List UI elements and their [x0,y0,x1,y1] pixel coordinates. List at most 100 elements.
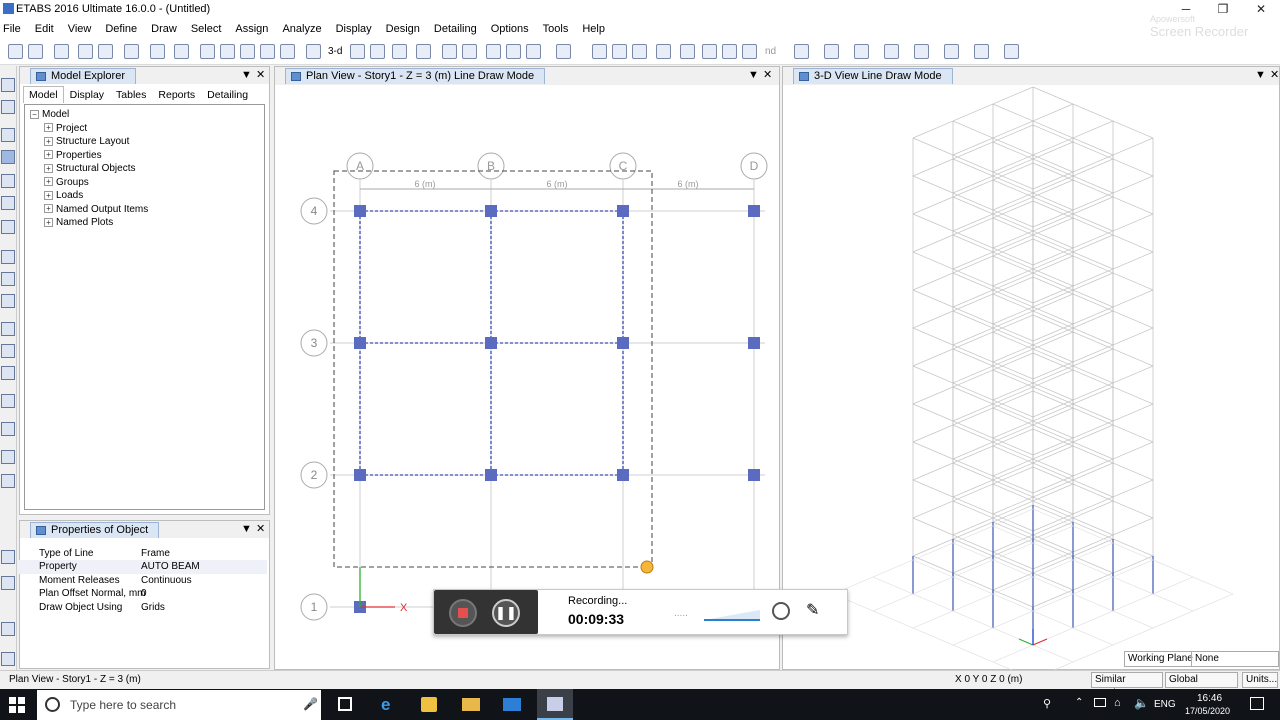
tree-item-named-plots[interactable]: + Named Plots [30,216,264,230]
tree-item-properties[interactable]: + Properties [30,149,264,163]
quick-draw-wall-icon[interactable] [1,344,15,358]
truss-icon[interactable] [612,44,627,59]
taskbar-search-box[interactable]: Type here to search 🎤 [37,690,321,720]
menu-display[interactable]: Display [329,19,379,40]
window-dropdown-icon[interactable]: ▼ [748,68,759,83]
plan-canvas[interactable]: A B C D 4 3 2 1 6 (m) 6 (m) 6 (m) X [275,85,781,670]
zoom-previous-icon[interactable] [240,44,255,59]
prop-row[interactable]: Property AUTO BEAM [17,560,267,574]
language-indicator[interactable]: ENG [1154,699,1176,710]
mail-icon[interactable] [503,698,521,711]
tab-model[interactable]: Model [23,86,64,103]
microphone-icon[interactable]: 🎤 [303,697,318,711]
menu-analyze[interactable]: Analyze [275,19,328,40]
undo-icon[interactable] [78,44,93,59]
pause-button[interactable]: ❚❚ [492,599,520,627]
edge-icon[interactable]: e [381,695,390,715]
object-shrink-icon[interactable] [486,44,501,59]
load-icon[interactable] [742,44,757,59]
tree-item-structural-objects[interactable]: + Structural Objects [30,162,264,176]
3d-view-window[interactable]: 3-D View Line Draw Mode ▼ ✕ Working Plan… [782,66,1280,670]
panel-close-icon[interactable]: ✕ [256,522,265,537]
store-icon[interactable] [421,697,437,712]
volume-icon[interactable]: 🔈 [1134,696,1149,710]
spring-icon[interactable] [722,44,737,59]
perspective-icon[interactable] [416,44,431,59]
tree-root[interactable]: − Model [30,108,264,122]
file-explorer-icon[interactable] [462,698,480,711]
draw-dimension-icon[interactable] [1,394,15,408]
menu-assign[interactable]: Assign [228,19,275,40]
move-down-icon[interactable] [462,44,477,59]
move-up-icon[interactable] [442,44,457,59]
menu-view[interactable]: View [61,19,99,40]
pointer-icon[interactable] [1,78,15,92]
tab-reports[interactable]: Reports [152,86,201,103]
3d-canvas[interactable] [783,85,1279,670]
menu-design[interactable]: Design [379,19,427,40]
similar-stories-select[interactable]: Similar Stories [1091,672,1163,699]
draw-tool-icon[interactable] [974,44,989,59]
tree-item-structure-layout[interactable]: + Structure Layout [30,135,264,149]
panel-dropdown-icon[interactable]: ▼ [241,522,252,537]
units-button[interactable]: Units... [1242,672,1278,688]
support-icon[interactable] [702,44,717,59]
notification-icon[interactable] [1250,697,1264,710]
menu-select[interactable]: Select [184,19,229,40]
frame-section-icon[interactable] [592,44,607,59]
working-plane-box[interactable]: Working Plane None [1124,651,1279,667]
redo-icon[interactable] [98,44,113,59]
draw-wall-icon[interactable] [1,322,15,336]
snap-lines-icon[interactable] [1,622,15,636]
tree-item-loads[interactable]: + Loads [30,189,264,203]
draw-link-icon[interactable] [1,474,15,488]
tab-tables[interactable]: Tables [110,86,152,103]
battery-icon[interactable] [1094,698,1106,707]
draw-grid-icon[interactable] [1,422,15,436]
tree-item-groups[interactable]: + Groups [30,176,264,190]
tab-display[interactable]: Display [64,86,110,103]
quick-draw-floor-icon[interactable] [1,294,15,308]
window-close-icon[interactable]: ✕ [1270,68,1279,83]
link-icon[interactable] [944,44,959,59]
panel-close-icon[interactable]: ✕ [256,68,265,83]
stop-button[interactable] [449,599,477,627]
brace-icon[interactable] [680,44,695,59]
pan-icon[interactable] [306,44,321,59]
panel-dropdown-icon[interactable]: ▼ [241,68,252,83]
menu-file[interactable]: File [0,19,28,40]
model-explorer-tab[interactable]: Model Explorer [30,68,136,84]
network-icon[interactable]: ⌂ [1114,697,1121,709]
lock-icon[interactable] [150,44,165,59]
etabs-taskbar-button[interactable] [537,689,573,720]
draw-girder-icon[interactable] [1,196,15,210]
open-icon[interactable] [28,44,43,59]
set-display-icon[interactable] [526,44,541,59]
layout-icon[interactable] [1004,44,1019,59]
elevation-view-icon[interactable] [370,44,385,59]
clock-date[interactable]: 17/05/2020 [1185,706,1230,716]
snap-intersections-icon[interactable] [1,652,15,666]
prop-row[interactable]: Type of Line Frame [17,547,267,560]
prop-row[interactable]: Moment Releases Continuous [17,574,267,587]
zoom-window-icon[interactable] [200,44,215,59]
extrude-icon[interactable] [556,44,571,59]
tree-item-named-output[interactable]: + Named Output Items [30,203,264,217]
floor-icon[interactable] [656,44,671,59]
task-view-icon[interactable] [338,697,352,711]
draw-opening-icon[interactable] [1,366,15,380]
menu-edit[interactable]: Edit [28,19,61,40]
column-section-icon[interactable] [824,44,839,59]
draw-floor-icon[interactable] [1,250,15,264]
annotate-pen-icon[interactable]: ✎ [806,600,819,620]
tab-detailing[interactable]: Detailing [201,86,254,103]
prop-row[interactable]: Draw Object Using Grids [17,601,267,614]
3d-view-tab[interactable]: 3-D View Line Draw Mode [793,68,953,84]
save-icon[interactable] [54,44,69,59]
menu-help[interactable]: Help [575,19,612,40]
draw-beam-icon[interactable] [1,150,15,164]
people-icon[interactable]: ⚲ [1043,697,1051,710]
snap-all-icon[interactable] [1,550,15,564]
pencil-icon[interactable] [124,44,139,59]
draw-rect-floor-icon[interactable] [1,272,15,286]
